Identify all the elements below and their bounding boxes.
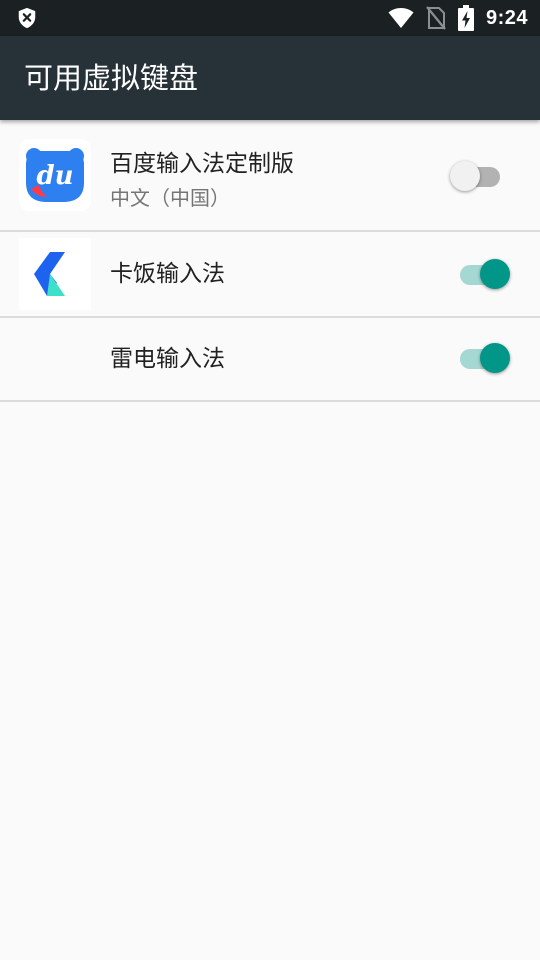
keyboard-name: 雷电输入法 [110,346,225,372]
keyboard-item-leidian[interactable]: 雷电输入法 [0,318,540,402]
keyboard-item-text: 雷电输入法 [110,318,225,400]
keyboard-item-baidu[interactable]: du 百度输入法定制版 中文（中国） [0,122,540,232]
keyboard-name: 卡饭输入法 [110,261,225,287]
toggle-thumb [480,259,510,289]
status-time: 9:24 [485,6,528,29]
keyboard-item-text: 百度输入法定制版 中文（中国） [110,144,294,211]
baidu-du-icon: du [19,139,91,211]
keyboard-language: 中文（中国） [110,186,230,210]
toggle-thumb [450,161,480,191]
battery-charging-icon [457,5,474,31]
enable-toggle-kafan[interactable] [450,256,514,292]
app-bar: 可用虚拟键盘 [0,36,540,120]
enable-toggle-leidian[interactable] [450,340,514,376]
shield-x-icon [18,7,36,29]
enable-toggle-baidu[interactable] [450,158,514,194]
keyboard-name: 百度输入法定制版 [110,151,294,177]
kafan-k-icon [19,238,91,310]
status-bar: 9:24 [0,0,540,36]
wifi-icon [388,8,414,28]
no-sim-icon [426,6,446,30]
page-title: 可用虚拟键盘 [24,61,199,95]
keyboard-item-kafan[interactable]: 卡饭输入法 [0,232,540,318]
keyboard-item-text: 卡饭输入法 [110,232,225,316]
keyboard-list: du 百度输入法定制版 中文（中国） 卡饭输入法 雷电输入法 [0,122,540,402]
svg-text:du: du [36,161,73,191]
toggle-thumb [480,343,510,373]
